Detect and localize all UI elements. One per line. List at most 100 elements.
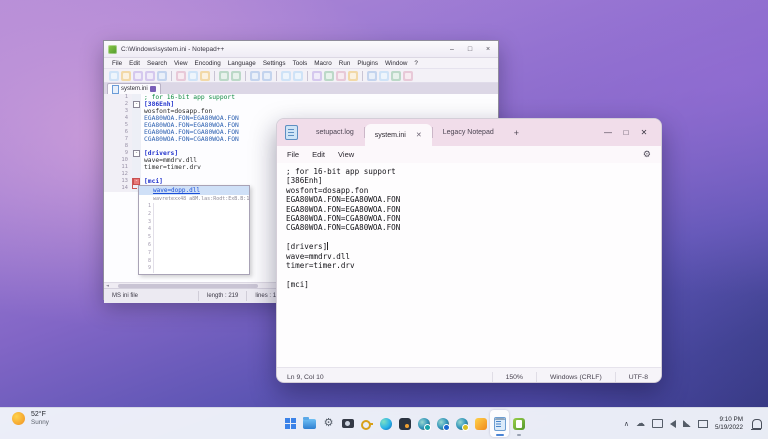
scrollbar-thumb[interactable] bbox=[118, 284, 258, 288]
autocomplete-row[interactable]: 8 bbox=[139, 258, 249, 266]
npp-menu-tools[interactable]: Tools bbox=[293, 60, 308, 67]
user-language-icon[interactable] bbox=[367, 71, 377, 81]
onedrive-cloud-icon[interactable]: ☁ bbox=[636, 419, 645, 428]
code-line[interactable]: [386Enh] bbox=[141, 101, 174, 108]
code-line[interactable] bbox=[141, 143, 144, 150]
text-line[interactable]: wosfont=dosapp.fon bbox=[286, 186, 661, 195]
text-line[interactable]: EGA80WOA.FON=EGA80WOA.FON bbox=[286, 205, 661, 214]
indent-guide-icon[interactable] bbox=[348, 71, 358, 81]
find-icon[interactable] bbox=[250, 71, 260, 81]
npp-tab-system-ini[interactable]: system.ini bbox=[107, 83, 161, 94]
notepad-tab-legacy-notepad[interactable]: Legacy Notepad bbox=[433, 122, 504, 144]
settings-gear-icon[interactable]: ⚙ bbox=[643, 149, 651, 160]
code-line[interactable]: wosfont=dosapp.fon bbox=[141, 108, 212, 115]
hidden-icons-chevron[interactable]: ∧ bbox=[624, 420, 629, 428]
volume-icon[interactable] bbox=[670, 420, 676, 428]
settings-button[interactable]: ⚙ bbox=[319, 410, 338, 437]
code-line[interactable]: ; for 16-bit app support bbox=[141, 94, 235, 101]
autocomplete-row[interactable]: 7 bbox=[139, 250, 249, 258]
notification-bell-icon[interactable] bbox=[752, 419, 762, 429]
edge-dev-button[interactable] bbox=[433, 410, 452, 437]
network-icon[interactable] bbox=[683, 420, 691, 427]
autocomplete-row[interactable]: 4 bbox=[139, 226, 249, 234]
notepad-minimize-button[interactable]: — bbox=[599, 128, 617, 137]
autocomplete-row[interactable]: 1 bbox=[139, 203, 249, 211]
npp-menu-search[interactable]: Search bbox=[147, 60, 167, 67]
keys-app-button[interactable] bbox=[357, 410, 376, 437]
zoom-out-icon[interactable] bbox=[293, 71, 303, 81]
npp-menu-language[interactable]: Language bbox=[228, 60, 256, 67]
text-line[interactable] bbox=[286, 270, 661, 279]
text-line[interactable]: timer=timer.drv bbox=[286, 261, 661, 270]
text-line[interactable]: wave=mmdrv.dll bbox=[286, 252, 661, 261]
npp-menu-plugins[interactable]: Plugins bbox=[357, 60, 378, 67]
word-wrap-icon[interactable] bbox=[324, 71, 334, 81]
taskbar-clock[interactable]: 9:10 PM 5/19/2022 bbox=[715, 416, 743, 431]
npp-maximize-button[interactable]: □ bbox=[464, 46, 476, 53]
notepad-tab-setupact-log[interactable]: setupact.log bbox=[306, 122, 364, 144]
notepad-menu-file[interactable]: File bbox=[287, 150, 299, 159]
sync-scroll-icon[interactable] bbox=[312, 71, 322, 81]
monitoring-icon[interactable] bbox=[403, 71, 413, 81]
display-icon[interactable] bbox=[652, 419, 663, 428]
autocomplete-row[interactable]: 3 bbox=[139, 219, 249, 227]
npp-menu-edit[interactable]: Edit bbox=[129, 60, 140, 67]
undo-icon[interactable] bbox=[219, 71, 229, 81]
code-line[interactable]: [drivers] bbox=[141, 150, 178, 157]
camera-button[interactable] bbox=[338, 410, 357, 437]
notepad-menu-edit[interactable]: Edit bbox=[312, 150, 325, 159]
npp-menu-file[interactable]: File bbox=[112, 60, 122, 67]
code-line[interactable]: wave=mmdrv.dll bbox=[141, 157, 197, 164]
new-file-icon[interactable] bbox=[109, 71, 119, 81]
npp-minimize-button[interactable]: – bbox=[446, 46, 458, 53]
edge-button[interactable] bbox=[376, 410, 395, 437]
weather-widget[interactable]: 52°F Sunny bbox=[12, 411, 49, 426]
zoom-in-icon[interactable] bbox=[281, 71, 291, 81]
text-line[interactable] bbox=[286, 233, 661, 242]
npp-menu-macro[interactable]: Macro bbox=[314, 60, 332, 67]
notepad-close-button[interactable]: ✕ bbox=[635, 128, 653, 137]
npp-menu-settings[interactable]: Settings bbox=[263, 60, 286, 67]
redo-icon[interactable] bbox=[231, 71, 241, 81]
autocomplete-row[interactable]: 2 bbox=[139, 211, 249, 219]
code-line[interactable]: EGA80WOA.FON=EGA80WOA.FON bbox=[141, 122, 239, 129]
cut-icon[interactable] bbox=[176, 71, 186, 81]
print-icon[interactable] bbox=[157, 71, 167, 81]
replace-icon[interactable] bbox=[262, 71, 272, 81]
orange-app-button[interactable] bbox=[471, 410, 490, 437]
code-line[interactable] bbox=[141, 171, 144, 178]
npp-menu-help[interactable]: ? bbox=[414, 60, 418, 67]
text-line[interactable]: [386Enh] bbox=[286, 176, 661, 185]
new-tab-button[interactable]: + bbox=[514, 128, 519, 138]
save-all-icon[interactable] bbox=[145, 71, 155, 81]
text-line[interactable]: [mci] bbox=[286, 280, 661, 289]
notepad-maximize-button[interactable]: □ bbox=[617, 128, 635, 137]
npp-menu-encoding[interactable]: Encoding bbox=[195, 60, 221, 67]
save-icon[interactable] bbox=[133, 71, 143, 81]
text-line[interactable]: ; for 16-bit app support bbox=[286, 167, 661, 176]
autocomplete-row[interactable]: 5 bbox=[139, 234, 249, 242]
npp-menu-run[interactable]: Run bbox=[339, 60, 351, 67]
file-explorer-button[interactable] bbox=[300, 410, 319, 437]
usb-icon[interactable] bbox=[698, 420, 708, 428]
show-all-characters-icon[interactable] bbox=[336, 71, 346, 81]
notepad-plus-plus-taskbar-button[interactable] bbox=[509, 410, 528, 437]
npp-menu-window[interactable]: Window bbox=[385, 60, 407, 67]
autocomplete-selected-item[interactable]: wave=dopp.dll bbox=[139, 186, 249, 195]
text-line[interactable]: EGA80WOA.FON=EGA80WOA.FON bbox=[286, 195, 661, 204]
text-line[interactable]: EGA80WOA.FON=CGA80WOA.FON bbox=[286, 214, 661, 223]
paste-icon[interactable] bbox=[200, 71, 210, 81]
text-line[interactable]: [drivers] bbox=[286, 242, 661, 251]
autocomplete-row[interactable]: 9 bbox=[139, 265, 249, 273]
fold-toggle[interactable]: - bbox=[133, 101, 140, 108]
notepad-editor[interactable]: ; for 16-bit app support [386Enh] wosfon… bbox=[277, 163, 661, 367]
notepad-tab-system-ini[interactable]: system.ini ✕ bbox=[365, 124, 432, 146]
code-line[interactable]: EGA80WOA.FON=EGA80WOA.FON bbox=[141, 115, 239, 122]
code-line[interactable]: timer=timer.drv bbox=[141, 164, 201, 171]
text-line[interactable]: CGA80WOA.FON=CGA80WOA.FON bbox=[286, 223, 661, 232]
scroll-left-arrow-icon[interactable]: ◄ bbox=[106, 283, 109, 288]
notepad-menu-view[interactable]: View bbox=[338, 150, 354, 159]
fold-toggle[interactable]: - bbox=[133, 150, 140, 157]
copy-icon[interactable] bbox=[188, 71, 198, 81]
fold-toggle[interactable]: - bbox=[133, 178, 140, 185]
